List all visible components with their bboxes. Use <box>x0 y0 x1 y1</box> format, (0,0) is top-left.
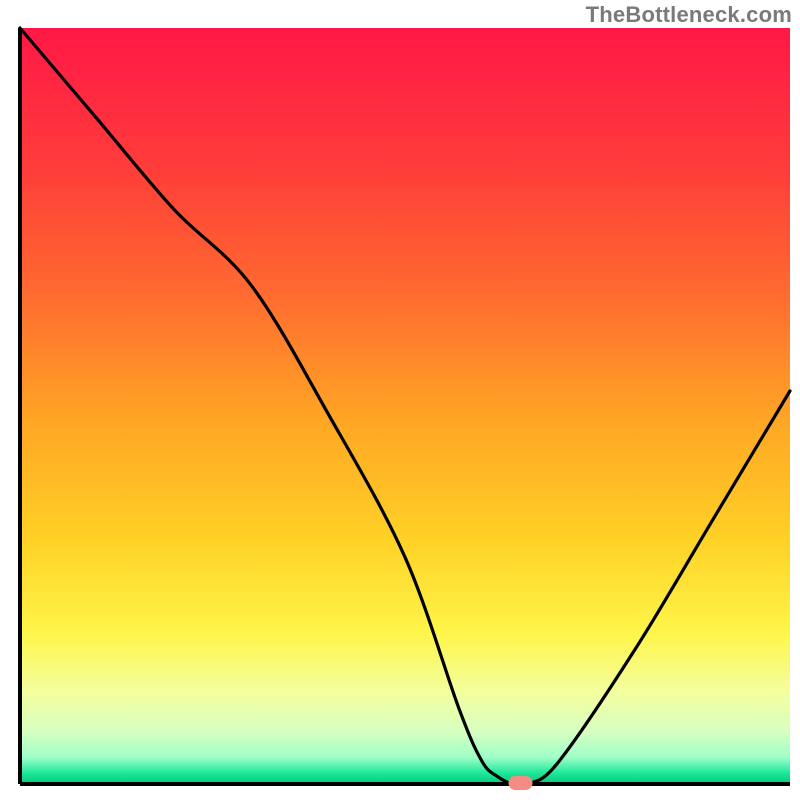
chart-container: TheBottleneck.com <box>0 0 800 800</box>
gradient-background <box>20 28 790 784</box>
optimal-point-marker <box>509 776 533 790</box>
attribution-label: TheBottleneck.com <box>586 2 792 28</box>
bottleneck-chart <box>0 0 800 800</box>
